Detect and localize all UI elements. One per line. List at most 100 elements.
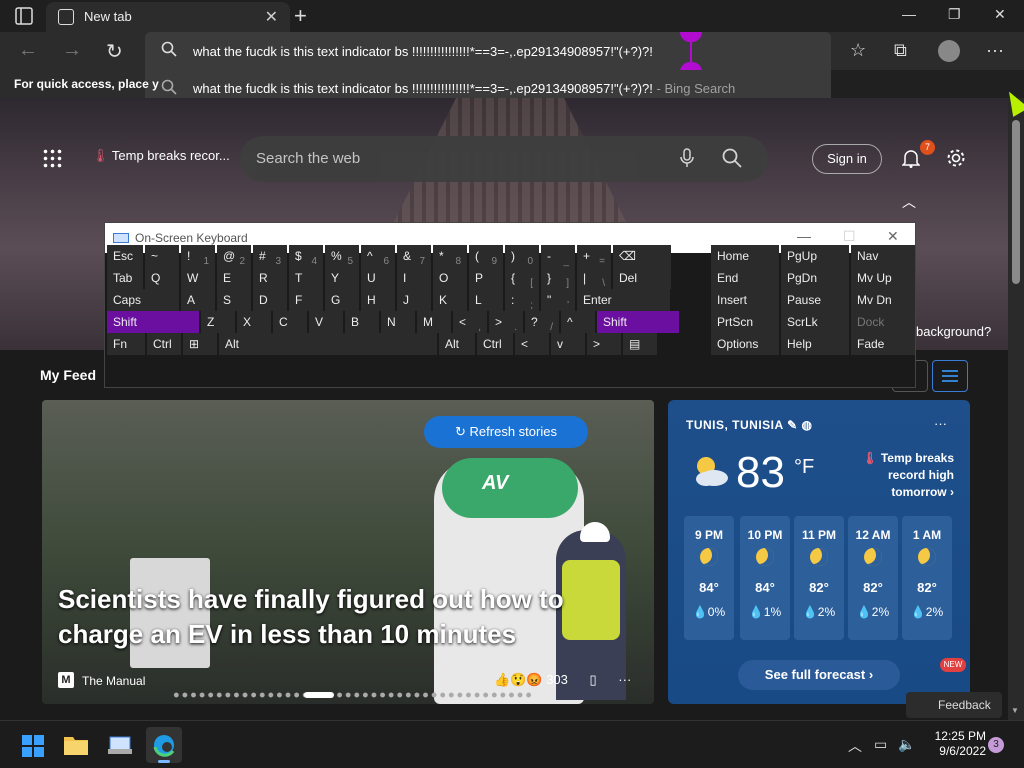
osk-key[interactable]: A (181, 289, 215, 311)
weather-alert[interactable]: 🌡 Temp breaks record high tomorrow › (850, 450, 954, 501)
gear-icon[interactable] (946, 148, 966, 173)
notification-count-badge[interactable]: 3 (988, 737, 1004, 753)
refresh-stories-button[interactable]: ↻ Refresh stories (424, 416, 588, 448)
osk-key[interactable]: Mv Dn (851, 289, 915, 311)
osk-key[interactable]: v (551, 333, 585, 355)
microphone-icon[interactable] (680, 148, 694, 173)
osk-key[interactable]: N (381, 311, 415, 333)
card-more-icon[interactable]: ··· (618, 672, 631, 687)
osk-key[interactable]: * 8 (433, 245, 467, 267)
osk-key[interactable]: I (397, 267, 431, 289)
osk-key[interactable]: Ctrl (147, 333, 181, 355)
hourly-forecast[interactable]: 11 PM 82° 💧2% (794, 516, 844, 640)
osk-maximize-icon[interactable]: ☐ (843, 228, 856, 245)
reactions[interactable]: 👍😲😡 303 ▯ ··· (494, 672, 631, 688)
profile-avatar[interactable] (938, 40, 960, 62)
hourly-forecast[interactable]: 1 AM 82° 💧2% (902, 516, 952, 640)
osk-key[interactable]: (9 (469, 245, 503, 267)
address-bar[interactable]: what the fucdk is this text indicator bs… (145, 32, 831, 72)
osk-key[interactable]: #3 (253, 245, 287, 267)
osk-key[interactable]: J (397, 289, 431, 311)
osk-close-icon[interactable]: ✕ (887, 228, 899, 245)
restore-icon[interactable]: ❐ (948, 6, 961, 23)
bookmark-icon[interactable]: ▯ (590, 672, 597, 687)
sign-in-button[interactable]: Sign in (812, 144, 882, 174)
osk-key[interactable]: Tab (107, 267, 143, 289)
osk-key[interactable]: Y (325, 267, 359, 289)
osk-key[interactable]: B (345, 311, 379, 333)
osk-key[interactable]: X (237, 311, 271, 333)
osk-key[interactable]: }] (541, 267, 575, 289)
osk-key[interactable]: ^ (561, 311, 595, 333)
osk-key[interactable]: ▤ (623, 333, 657, 355)
osk-key[interactable]: Shift (107, 311, 199, 333)
osk-key[interactable]: S (217, 289, 251, 311)
osk-key[interactable]: U (361, 267, 395, 289)
feedback-button[interactable]: Feedback (906, 692, 1002, 718)
temp-unit[interactable]: °F (794, 456, 814, 479)
osk-key[interactable]: Dock (851, 311, 915, 333)
osk-key[interactable]: Options (711, 333, 779, 355)
back-icon[interactable]: ← (18, 39, 38, 62)
osk-key[interactable]: ~ (145, 245, 179, 267)
osk-key[interactable]: ! 1 (181, 245, 215, 267)
osk-key[interactable]: $4 (289, 245, 323, 267)
osk-key[interactable]: P (469, 267, 503, 289)
close-tab-icon[interactable]: ✕ (265, 7, 278, 27)
see-full-forecast-button[interactable]: See full forecast › (738, 660, 900, 690)
file-explorer-icon[interactable] (58, 727, 94, 763)
bell-icon[interactable] (901, 148, 921, 173)
osk-key[interactable]: % 5 (325, 245, 359, 267)
temp-chip[interactable]: 🌡 Temp breaks recor... (92, 148, 230, 164)
search-submit-icon[interactable] (722, 148, 742, 173)
hourly-forecast[interactable]: 12 AM 82° 💧2% (848, 516, 898, 640)
osk-key[interactable]: :; (505, 289, 539, 311)
favorites-star-icon[interactable]: ☆ (850, 40, 866, 61)
osk-key[interactable]: | \ (577, 267, 611, 289)
osk-key[interactable]: - _ (541, 245, 575, 267)
osk-key[interactable]: Pause (781, 289, 849, 311)
osk-key[interactable]: & 7 (397, 245, 431, 267)
osk-app-icon[interactable] (102, 727, 138, 763)
osk-key[interactable]: End (711, 267, 779, 289)
my-feed-title[interactable]: My Feed (40, 367, 96, 383)
weather-more-icon[interactable]: ··· (934, 416, 947, 431)
osk-key[interactable]: E (217, 267, 251, 289)
source-name[interactable]: The Manual (82, 674, 145, 688)
osk-key[interactable]: Fade (851, 333, 915, 355)
osk-key[interactable]: O (433, 267, 467, 289)
list-layout-icon[interactable] (932, 360, 968, 392)
chevron-up-tray-icon[interactable]: ︿ (848, 736, 862, 756)
weather-location[interactable]: TUNIS, TUNISIA ✎ ◍ (686, 418, 812, 432)
osk-key[interactable]: Mv Up (851, 267, 915, 289)
osk-key[interactable]: ⌫ (613, 245, 671, 267)
osk-key[interactable]: @2 (217, 245, 251, 267)
osk-key[interactable]: Insert (711, 289, 779, 311)
clock[interactable]: 12:25 PM 9/6/2022 (920, 729, 986, 759)
osk-key[interactable]: R (253, 267, 287, 289)
apps-grid-icon[interactable] (42, 148, 62, 168)
osk-key[interactable]: H (361, 289, 395, 311)
osk-key[interactable]: Q (145, 267, 179, 289)
osk-key[interactable]: PgUp (781, 245, 849, 267)
osk-key[interactable]: ^ 6 (361, 245, 395, 267)
background-question[interactable]: background? (916, 324, 991, 339)
news-card[interactable]: AV ↻ Refresh stories Scientists have fin… (42, 400, 654, 704)
osk-key[interactable]: C (273, 311, 307, 333)
on-screen-keyboard[interactable]: On-Screen Keyboard — ☐ ✕ Esc ~! 1 @2 #3 $4% 5 ^… (104, 222, 916, 388)
osk-key[interactable]: V (309, 311, 343, 333)
minimize-icon[interactable]: — (902, 6, 916, 22)
osk-key[interactable]: + = (577, 245, 611, 267)
more-menu-icon[interactable]: ··· (986, 40, 1004, 61)
new-tab-button[interactable]: + (294, 3, 307, 29)
hourly-forecast[interactable]: 10 PM 84° 💧1% (740, 516, 790, 640)
osk-key[interactable]: < (515, 333, 549, 355)
tab-new-tab[interactable]: New tab ✕ (46, 2, 290, 32)
carousel-dots[interactable] (172, 692, 532, 698)
osk-key[interactable]: Help (781, 333, 849, 355)
weather-card[interactable]: TUNIS, TUNISIA ✎ ◍ ··· 83 °F 🌡 Temp brea… (668, 400, 970, 704)
osk-key[interactable]: ⊞ (183, 333, 217, 355)
news-headline[interactable]: Scientists have finally figured out how … (58, 582, 618, 652)
osk-minimize-icon[interactable]: — (797, 228, 811, 244)
network-icon[interactable]: ▭ (874, 736, 887, 753)
